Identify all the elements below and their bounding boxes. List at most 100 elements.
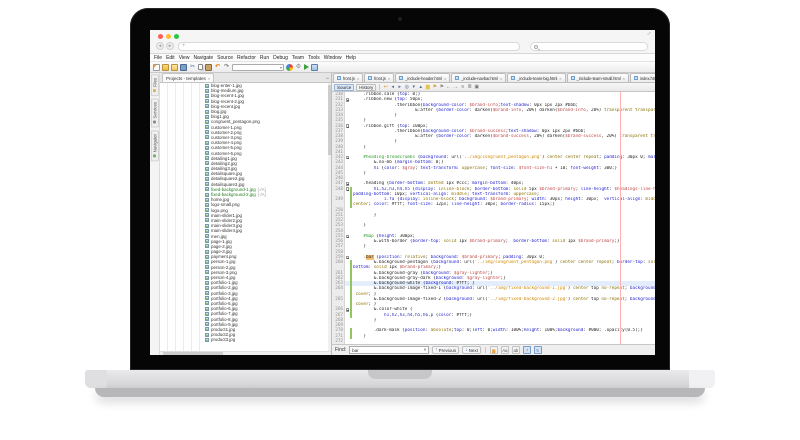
redo-icon[interactable]: ↷ xyxy=(223,64,230,71)
image-file-icon xyxy=(205,141,209,145)
new-project-icon[interactable] xyxy=(162,64,169,71)
new-file-icon[interactable] xyxy=(153,64,160,71)
menu-window[interactable]: Window xyxy=(324,55,342,61)
code-editor[interactable]: 230 .ribbon.sale {top: 0;}231 .ribbon.ne… xyxy=(332,92,655,344)
sidebar-tab-files[interactable]: Files xyxy=(151,74,159,96)
url-bar[interactable]: + xyxy=(178,42,520,51)
fold-collapse-icon[interactable] xyxy=(346,156,350,160)
uncomment-icon[interactable]: ≣ xyxy=(467,84,472,90)
menu-tools[interactable]: Tools xyxy=(308,55,320,61)
find-previous-button[interactable]: ↑ Previous xyxy=(432,346,459,354)
menu-help[interactable]: Help xyxy=(346,55,356,61)
regex-icon[interactable]: .* xyxy=(523,346,531,354)
tab-projects[interactable]: Projects - templates × xyxy=(162,73,214,82)
highlight-icon[interactable]: ▆ xyxy=(425,84,430,90)
menu-run[interactable]: Run xyxy=(260,55,269,61)
laptop-camera xyxy=(398,17,402,21)
scrollbar-thumb[interactable] xyxy=(328,85,331,155)
chevron-down-icon[interactable]: ▾ xyxy=(424,347,426,353)
image-file-icon xyxy=(205,94,209,98)
find-previous-icon[interactable]: ▴ xyxy=(418,84,423,90)
editor-tab[interactable]: front.js× xyxy=(364,73,394,82)
build-icon[interactable]: ⚙ xyxy=(295,64,302,71)
menu-source[interactable]: Source xyxy=(217,55,233,61)
editor-tab[interactable]: _include-team-small.html× xyxy=(567,73,629,82)
sidebar-tab-navigator[interactable]: Navigator xyxy=(151,130,159,161)
editor-tab[interactable]: index.html× xyxy=(630,73,655,82)
search-field[interactable] xyxy=(530,42,648,51)
shift-right-icon[interactable]: → xyxy=(453,84,458,90)
find-selection-icon[interactable]: ◎ xyxy=(404,84,409,90)
editor-tab[interactable]: _include-team-big.html× xyxy=(507,73,565,82)
close-window-icon[interactable] xyxy=(158,34,163,39)
configuration-combo[interactable]: ▾ xyxy=(232,64,284,71)
history-view-button[interactable]: History xyxy=(356,84,376,91)
editor-tab-label: index.html xyxy=(640,76,655,81)
image-file-icon xyxy=(205,244,209,248)
indent-icon[interactable]: ▣ xyxy=(474,84,479,90)
find-next-button[interactable]: ↓ Next xyxy=(462,346,481,354)
editor-tab[interactable]: _include-header.html× xyxy=(395,73,450,82)
close-tab-icon[interactable]: × xyxy=(444,76,446,81)
editor-tab[interactable]: front.js× xyxy=(333,73,363,82)
fold-collapse-icon[interactable] xyxy=(346,124,350,128)
shift-left-icon[interactable]: ← xyxy=(446,84,451,90)
undo-icon[interactable]: ↶ xyxy=(214,64,221,71)
fold-collapse-icon[interactable] xyxy=(346,182,350,186)
close-tab-icon[interactable]: × xyxy=(357,76,359,81)
fold-collapse-icon[interactable] xyxy=(346,98,350,102)
source-view-button[interactable]: Source xyxy=(334,84,354,91)
forward-icon[interactable]: ▸ xyxy=(397,84,402,90)
wrap-around-icon[interactable]: ↻ xyxy=(534,346,542,354)
paste-icon[interactable] xyxy=(205,64,212,71)
code-line[interactable]: 272 xyxy=(332,339,655,344)
code-text xyxy=(352,339,655,344)
forward-button[interactable]: ▸ xyxy=(166,42,174,50)
resize-icon[interactable]: ↕ xyxy=(645,31,651,37)
minimize-panel-icon[interactable]: − xyxy=(325,76,329,82)
close-tab-icon[interactable]: × xyxy=(500,76,502,81)
file-tree[interactable]: blog-enter-1.jpgblog-medium.jpgblog-rece… xyxy=(160,83,331,351)
copy-icon[interactable] xyxy=(198,64,203,70)
menu-refactor[interactable]: Refactor xyxy=(237,55,256,61)
browser-icon[interactable] xyxy=(286,64,293,71)
fold-collapse-icon[interactable] xyxy=(346,256,350,260)
sidebar-tab-services[interactable]: Services xyxy=(151,98,159,127)
menu-navigate[interactable]: Navigate xyxy=(193,55,213,61)
close-tab-icon[interactable]: × xyxy=(388,76,390,81)
cut-icon[interactable]: ✂ xyxy=(189,64,196,71)
close-tab-icon[interactable]: × xyxy=(559,76,561,81)
fold-collapse-icon[interactable] xyxy=(346,187,350,191)
run-icon[interactable] xyxy=(304,64,309,70)
zoom-window-icon[interactable] xyxy=(174,34,179,39)
menu-debug[interactable]: Debug xyxy=(273,55,288,61)
back-button[interactable]: ◂ xyxy=(156,42,164,50)
highlight-matches-icon[interactable]: ▆ xyxy=(490,346,498,354)
fold-collapse-icon[interactable] xyxy=(346,308,350,312)
match-case-icon[interactable]: Aa xyxy=(501,346,509,354)
whole-words-icon[interactable]: ab xyxy=(512,346,520,354)
find-input[interactable]: bar ▾ xyxy=(349,346,429,354)
tree-item[interactable]: product3.jpg xyxy=(160,337,331,342)
close-tab-icon[interactable]: × xyxy=(623,76,625,81)
menu-file[interactable]: File xyxy=(154,55,162,61)
editor-tab[interactable]: _include-navbar.html× xyxy=(451,73,506,82)
menu-team[interactable]: Team xyxy=(292,55,304,61)
back-icon[interactable]: ◂ xyxy=(390,84,395,90)
next-bookmark-icon[interactable]: ⚑ xyxy=(439,84,444,90)
minimize-window-icon[interactable] xyxy=(166,34,171,39)
fold-collapse-icon[interactable] xyxy=(346,235,350,239)
tree-vertical-scrollbar[interactable] xyxy=(328,83,331,351)
close-icon[interactable]: × xyxy=(208,76,210,81)
tree-horizontal-scrollbar[interactable] xyxy=(160,351,331,355)
menu-view[interactable]: View xyxy=(179,55,190,61)
comment-icon[interactable]: ≡ xyxy=(460,84,465,90)
find-next-icon[interactable]: ▾ xyxy=(411,84,416,90)
bookmark-icon[interactable]: ⚑ xyxy=(432,84,437,90)
menu-edit[interactable]: Edit xyxy=(166,55,175,61)
open-project-icon[interactable] xyxy=(171,64,178,71)
window-grid-icon[interactable] xyxy=(311,64,318,71)
last-edit-icon[interactable]: ↩ xyxy=(383,84,388,90)
save-all-icon[interactable] xyxy=(180,64,187,71)
scrollbar-thumb[interactable] xyxy=(163,352,223,355)
